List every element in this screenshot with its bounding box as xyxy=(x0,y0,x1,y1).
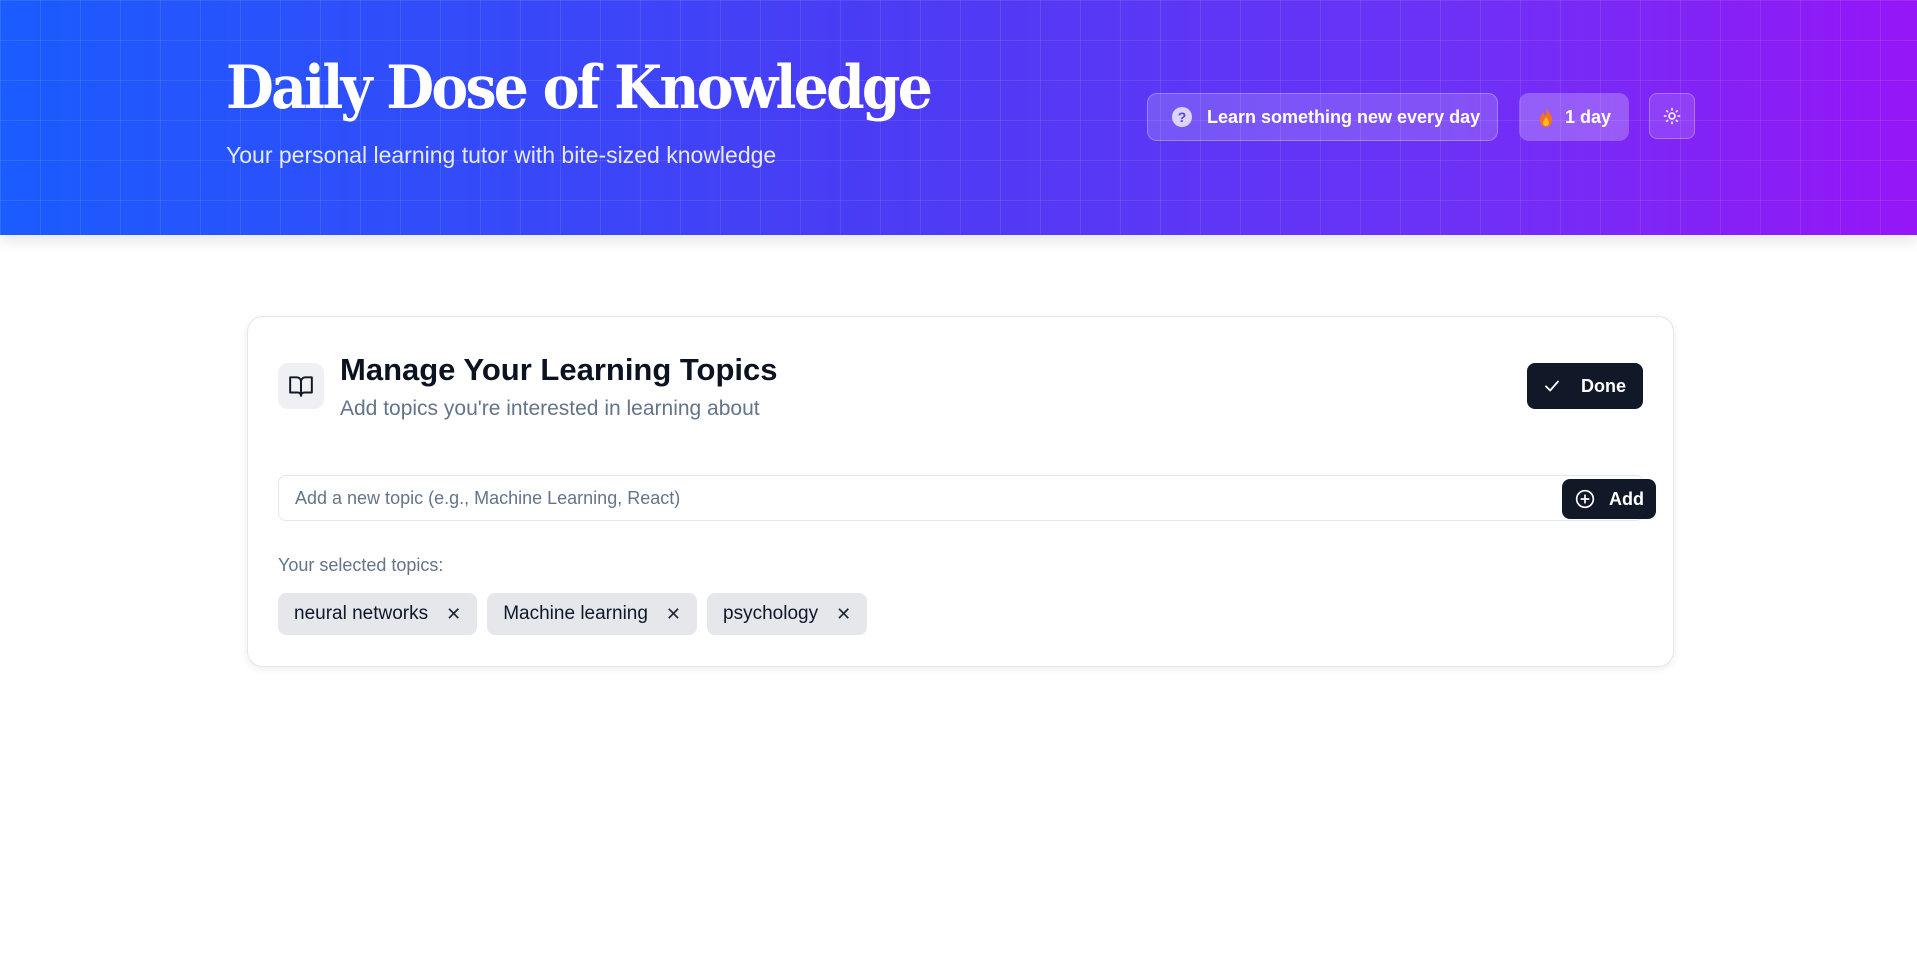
add-topic-button[interactable]: Add xyxy=(1562,479,1656,519)
topic-chip: neural networks ✕ xyxy=(278,593,478,635)
book-open-icon xyxy=(289,376,313,397)
tagline-badge[interactable]: ? Learn something new every day xyxy=(1147,93,1498,141)
add-label: Add xyxy=(1609,488,1644,509)
topic-chip-label: neural networks xyxy=(294,603,429,624)
tagline-text: Learn something new every day xyxy=(1207,106,1481,127)
topic-input[interactable] xyxy=(279,476,1559,520)
topic-chip: psychology ✕ xyxy=(707,593,868,635)
app-title: Daily Dose of Knowledge xyxy=(226,53,933,123)
flame-icon xyxy=(1540,107,1552,127)
help-circle-icon: ? xyxy=(1172,107,1192,127)
topic-chip-label: Machine learning xyxy=(503,603,648,624)
topics-icon-box xyxy=(278,363,324,409)
topic-chip-label: psychology xyxy=(723,603,819,624)
done-button[interactable]: Done xyxy=(1527,363,1643,409)
selected-topics-list: neural networks ✕ Machine learning ✕ psy… xyxy=(278,593,868,635)
close-icon[interactable]: ✕ xyxy=(836,605,851,623)
app-subtitle: Your personal learning tutor with bite-s… xyxy=(226,142,777,168)
selected-topics-label: Your selected topics: xyxy=(278,555,444,575)
streak-badge[interactable]: 1 day xyxy=(1519,93,1629,141)
close-icon[interactable]: ✕ xyxy=(666,605,681,623)
sun-icon xyxy=(1663,107,1681,125)
topic-input-container xyxy=(278,475,1644,521)
topic-chip: Machine learning ✕ xyxy=(487,593,698,635)
theme-toggle-button[interactable] xyxy=(1649,93,1695,139)
app-header: Daily Dose of Knowledge Your personal le… xyxy=(0,0,1917,235)
close-icon[interactable]: ✕ xyxy=(446,605,461,623)
card-subtitle: Add topics you're interested in learning… xyxy=(340,397,760,420)
manage-topics-card: Manage Your Learning Topics Add topics y… xyxy=(247,316,1674,667)
plus-circle-icon xyxy=(1575,489,1595,509)
streak-text: 1 day xyxy=(1565,106,1612,127)
done-label: Done xyxy=(1581,375,1626,396)
card-title: Manage Your Learning Topics xyxy=(340,352,778,387)
check-icon xyxy=(1545,380,1559,392)
